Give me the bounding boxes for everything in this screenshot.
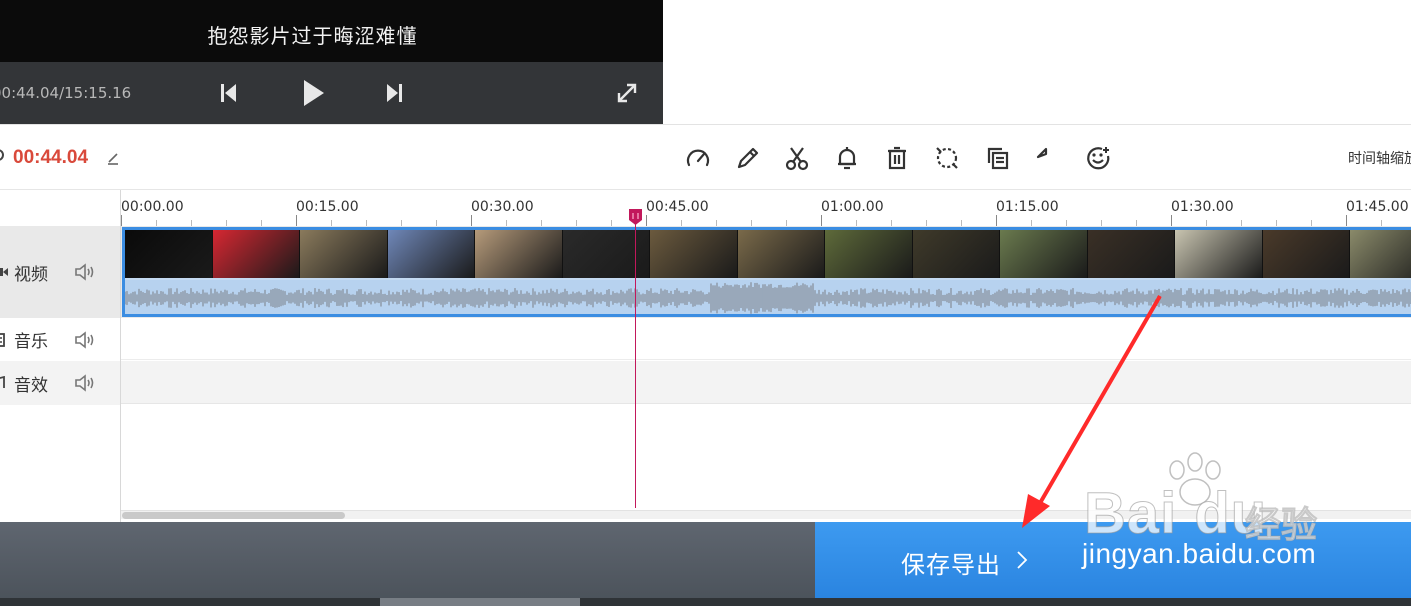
detach-audio-button[interactable] bbox=[932, 143, 962, 173]
volume-icon[interactable] bbox=[74, 263, 96, 281]
ruler-tick bbox=[296, 215, 297, 226]
time-ruler[interactable]: 00:00.00 00:15.00 00:30.00 00:45.00 01:0… bbox=[121, 190, 1411, 226]
clip-thumbnail bbox=[825, 230, 913, 278]
copy-button[interactable] bbox=[983, 143, 1013, 173]
scissors-icon bbox=[785, 147, 809, 171]
video-clip[interactable] bbox=[122, 227, 1411, 317]
clip-thumbnail bbox=[1000, 230, 1088, 278]
clip-thumbnail bbox=[212, 230, 300, 278]
emoji-icon bbox=[1087, 147, 1110, 170]
clip-thumbnail bbox=[912, 230, 1000, 278]
ruler-tick bbox=[821, 215, 822, 226]
bottom-scroll-indicator bbox=[380, 598, 580, 606]
clock-icon bbox=[0, 149, 4, 161]
fullscreen-button[interactable] bbox=[610, 76, 644, 110]
ruler-tick bbox=[1346, 215, 1347, 226]
playhead-handle[interactable] bbox=[628, 208, 643, 226]
ruler-label: 01:30.00 bbox=[1171, 199, 1234, 215]
marker-button[interactable] bbox=[832, 143, 862, 173]
sfx-track[interactable] bbox=[121, 361, 1411, 404]
clip-thumbnail bbox=[562, 230, 650, 278]
clip-thumbnails bbox=[125, 230, 1411, 278]
edit-button[interactable] bbox=[733, 143, 763, 173]
clip-thumbnail bbox=[1175, 230, 1263, 278]
video-track bbox=[121, 226, 1411, 318]
camera-icon bbox=[0, 268, 8, 276]
track-head-music: 音乐 bbox=[0, 318, 120, 361]
ruler-label: 01:45.00 bbox=[1346, 199, 1409, 215]
export-button[interactable]: 保存导出 bbox=[815, 522, 1411, 598]
effect-icon bbox=[0, 376, 5, 388]
track-label-sfx: 音效 bbox=[14, 375, 48, 396]
ruler-tick bbox=[471, 215, 472, 226]
preview-player: 抱怨影片过于晦涩难懂 00:44.04/15:15.16 bbox=[0, 0, 663, 124]
ruler-tick bbox=[1171, 215, 1172, 226]
undo-icon bbox=[1036, 147, 1048, 159]
subtitle-text: 抱怨影片过于晦涩难懂 bbox=[207, 24, 418, 48]
trash-icon bbox=[888, 146, 906, 170]
footer-bottom-strip bbox=[0, 598, 1411, 606]
split-button[interactable] bbox=[782, 143, 812, 173]
play-icon bbox=[304, 80, 324, 106]
ruler-label: 00:30.00 bbox=[471, 199, 534, 215]
ruler-label: 00:00.00 bbox=[121, 199, 184, 215]
ruler-label: 00:15.00 bbox=[296, 199, 359, 215]
emoji-button[interactable] bbox=[1083, 143, 1113, 173]
blank-area bbox=[663, 0, 1411, 124]
edit-time-icon[interactable] bbox=[106, 151, 120, 165]
speed-icon bbox=[686, 149, 710, 167]
prev-button[interactable] bbox=[212, 76, 246, 110]
timeline[interactable]: 00:00.00 00:15.00 00:30.00 00:45.00 01:0… bbox=[121, 190, 1411, 522]
time-readout: 00:44.04/15:15.16 bbox=[0, 84, 132, 102]
volume-icon[interactable] bbox=[74, 330, 96, 349]
pencil-icon bbox=[737, 147, 759, 169]
next-icon bbox=[387, 84, 402, 102]
clip-thumbnail bbox=[125, 230, 213, 278]
audio-waveform bbox=[125, 280, 1411, 314]
ruler-label: 01:15.00 bbox=[996, 199, 1059, 215]
track-head-video: 视频 bbox=[0, 226, 120, 318]
speed-button[interactable] bbox=[683, 143, 713, 173]
music-track[interactable] bbox=[121, 318, 1411, 360]
fullscreen-icon bbox=[617, 83, 637, 103]
clip-thumbnail bbox=[737, 230, 825, 278]
clip-thumbnail bbox=[300, 230, 388, 278]
scrollbar-thumb[interactable] bbox=[122, 512, 345, 519]
play-button[interactable] bbox=[296, 76, 330, 110]
clip-thumbnail bbox=[1350, 230, 1411, 278]
track-label-video: 视频 bbox=[14, 264, 48, 285]
bell-icon bbox=[838, 147, 856, 170]
playhead-line bbox=[635, 218, 636, 508]
chevron-right-icon bbox=[1017, 551, 1028, 569]
export-label: 保存导出 bbox=[901, 551, 1001, 579]
edit-toolbar: 00:44.04 时间轴缩放 bbox=[0, 124, 1411, 190]
next-button[interactable] bbox=[377, 76, 411, 110]
clip-thumbnail bbox=[1262, 230, 1350, 278]
player-controls: 00:44.04/15:15.16 bbox=[0, 62, 663, 124]
track-headers: 视频 音乐 音效 bbox=[0, 190, 121, 522]
track-head-sfx: 音效 bbox=[0, 361, 120, 405]
video-editor: 抱怨影片过于晦涩难懂 00:44.04/15:15.16 00:44.04 时间… bbox=[0, 0, 1411, 606]
ruler-tick bbox=[996, 215, 997, 226]
zoom-label[interactable]: 时间轴缩放 bbox=[1348, 148, 1411, 168]
volume-icon[interactable] bbox=[74, 374, 96, 392]
clip-thumbnail bbox=[650, 230, 738, 278]
timeline-scrollbar[interactable] bbox=[121, 510, 1411, 519]
ruler-label: 00:45.00 bbox=[646, 199, 709, 215]
clip-thumbnail bbox=[1087, 230, 1175, 278]
unlink-icon bbox=[936, 147, 958, 169]
delete-button[interactable] bbox=[882, 143, 912, 173]
ruler-tick bbox=[121, 215, 122, 226]
music-icon bbox=[0, 332, 5, 347]
ruler-tick bbox=[646, 215, 647, 226]
ruler-label: 01:00.00 bbox=[821, 199, 884, 215]
clip-thumbnail bbox=[475, 230, 563, 278]
copy-icon bbox=[987, 147, 1009, 170]
clip-thumbnail bbox=[387, 230, 475, 278]
prev-icon bbox=[221, 84, 236, 102]
undo-button[interactable] bbox=[1033, 143, 1063, 173]
video-preview[interactable]: 抱怨影片过于晦涩难懂 bbox=[0, 0, 663, 62]
current-time: 00:44.04 bbox=[13, 147, 89, 168]
track-label-music: 音乐 bbox=[14, 332, 48, 352]
